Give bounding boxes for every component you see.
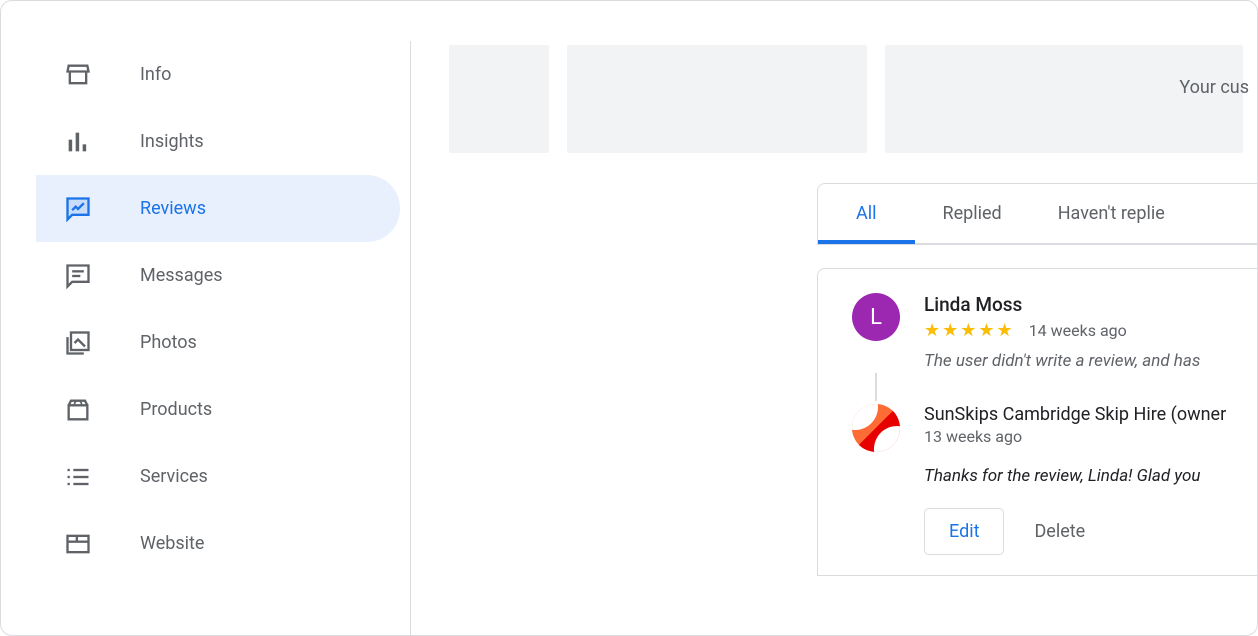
review-time-ago: 14 weeks ago — [1029, 321, 1127, 340]
reviews-icon — [64, 195, 92, 223]
website-icon — [64, 530, 92, 558]
sidebar-item-messages[interactable]: Messages — [36, 242, 400, 309]
stars-row: ★★★★★ 14 weeks ago — [924, 320, 1237, 341]
sidebar-item-label: Products — [140, 399, 212, 420]
main-content: Your cus All Replied Haven't replie — [411, 41, 1257, 635]
tabs: All Replied Haven't replie — [818, 184, 1257, 244]
owner-avatar[interactable] — [852, 404, 900, 452]
sidebar-item-products[interactable]: Products — [36, 376, 400, 443]
store-icon — [64, 61, 92, 89]
sidebar-item-photos[interactable]: Photos — [36, 309, 400, 376]
services-icon — [64, 463, 92, 491]
reply-actions: Edit Delete — [924, 508, 1237, 555]
reply-section: SunSkips Cambridge Skip Hire (owner 13 w… — [852, 404, 1237, 452]
thread-connector — [875, 373, 877, 401]
review-header: L Linda Moss ★★★★★ 14 weeks ago — [852, 293, 1237, 341]
review-text: The user didn't write a review, and has — [924, 351, 1237, 371]
sidebar-item-info[interactable]: Info — [36, 41, 400, 108]
sidebar-item-label: Services — [140, 466, 208, 487]
reviewer-avatar[interactable]: L — [852, 293, 900, 341]
sidebar-item-label: Insights — [140, 131, 204, 152]
sidebar-item-insights[interactable]: Insights — [36, 108, 400, 175]
tab-label: Haven't replie — [1058, 203, 1165, 224]
placeholder-card — [1157, 45, 1243, 153]
tab-all[interactable]: All — [818, 184, 915, 243]
sidebar-item-reviews[interactable]: Reviews — [36, 175, 400, 242]
tabs-container: All Replied Haven't replie — [817, 183, 1257, 245]
owner-name: SunSkips Cambridge Skip Hire (owner — [924, 404, 1237, 425]
avatar-initial: L — [870, 305, 882, 330]
products-icon — [64, 396, 92, 424]
edit-button[interactable]: Edit — [924, 508, 1004, 555]
sidebar: Info Insights Reviews — [1, 41, 411, 635]
right-panel: Your cus All Replied Haven't replie — [817, 45, 1257, 576]
tab-replied[interactable]: Replied — [915, 184, 1030, 243]
reviewer-name: Linda Moss — [924, 293, 1237, 316]
review-info: Linda Moss ★★★★★ 14 weeks ago — [924, 293, 1237, 341]
messages-icon — [64, 262, 92, 290]
tab-havent-replied[interactable]: Haven't replie — [1030, 184, 1193, 243]
review-panel: L Linda Moss ★★★★★ 14 weeks ago The user… — [817, 268, 1257, 576]
star-rating-icon: ★★★★★ — [924, 320, 1015, 341]
sidebar-item-label: Website — [140, 533, 204, 554]
sidebar-item-website[interactable]: Website — [36, 510, 400, 577]
placeholder-card — [449, 45, 549, 153]
delete-button[interactable]: Delete — [1034, 521, 1085, 542]
tab-label: Replied — [943, 203, 1002, 224]
sidebar-item-label: Reviews — [140, 198, 206, 219]
reply-time-ago: 13 weeks ago — [924, 427, 1237, 446]
photos-icon — [64, 329, 92, 357]
reply-info: SunSkips Cambridge Skip Hire (owner 13 w… — [924, 404, 1237, 452]
reply-text: Thanks for the review, Linda! Glad you — [924, 466, 1237, 486]
sidebar-item-label: Info — [140, 64, 171, 85]
header-partial-text: Your cus — [1179, 77, 1249, 98]
sidebar-item-services[interactable]: Services — [36, 443, 400, 510]
sidebar-item-label: Photos — [140, 332, 197, 353]
insights-icon — [64, 128, 92, 156]
sidebar-item-label: Messages — [140, 265, 223, 286]
tab-label: All — [856, 203, 877, 224]
